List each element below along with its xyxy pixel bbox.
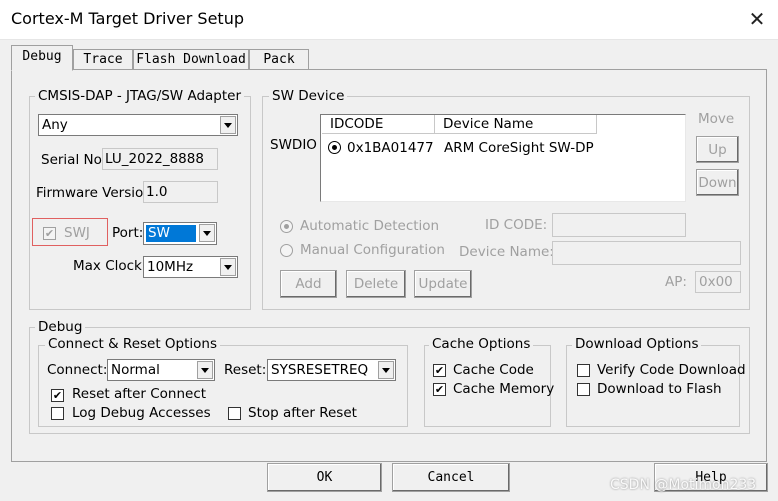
reset-after-connect-checkbox[interactable]: ✔ (51, 389, 64, 402)
log-debug-label: Log Debug Accesses (72, 405, 211, 421)
chevron-down-icon[interactable] (199, 224, 215, 242)
watermark: CSDN @Motimon233 (610, 477, 757, 493)
connect-reset-group-label: Connect & Reset Options (45, 336, 221, 352)
device-row-name[interactable]: ARM CoreSight SW-DP (444, 140, 594, 156)
chevron-down-icon[interactable] (378, 361, 394, 379)
stop-after-reset-checkbox[interactable] (228, 407, 241, 420)
firmware-label: Firmware Version: (36, 185, 157, 201)
device-name-field[interactable] (552, 241, 741, 265)
swj-label: SWJ (64, 225, 90, 241)
adapter-group-label: CMSIS-DAP - JTAG/SW Adapter (35, 88, 245, 104)
adapter-select[interactable]: Any (38, 114, 238, 136)
clock-label: Max Clock: (73, 258, 147, 274)
column-header-idcode[interactable]: IDCODE (322, 115, 435, 134)
id-code-field[interactable] (552, 213, 686, 237)
ok-button[interactable]: OK (267, 463, 382, 492)
move-down-button[interactable]: Down (696, 169, 739, 196)
manual-configuration-label: Manual Configuration (300, 242, 445, 258)
verify-code-label: Verify Code Download (597, 362, 746, 378)
column-header-device-name[interactable]: Device Name (435, 115, 597, 134)
chevron-down-icon[interactable] (220, 258, 236, 276)
cache-memory-label: Cache Memory (453, 381, 555, 397)
download-group-label: Download Options (572, 336, 702, 352)
update-button[interactable]: Update (414, 270, 472, 298)
cache-code-checkbox[interactable]: ✔ (433, 364, 446, 377)
tab-flash-download[interactable]: Flash Download (133, 49, 249, 71)
sw-device-group-label: SW Device (269, 88, 348, 104)
reset-label: Reset: (224, 362, 267, 378)
tab-pack[interactable]: Pack (249, 49, 309, 71)
chevron-down-icon[interactable] (220, 116, 236, 134)
automatic-detection-label: Automatic Detection (300, 218, 440, 234)
clock-select-value: 10MHz (147, 259, 194, 275)
connect-label: Connect: (47, 362, 108, 378)
tab-trace[interactable]: Trace (73, 49, 133, 71)
manual-configuration-radio[interactable] (280, 244, 293, 257)
reset-select[interactable]: SYSRESETREQ (267, 359, 396, 381)
port-label: Port: (112, 225, 144, 241)
close-icon[interactable]: ✕ (744, 6, 770, 32)
verify-code-checkbox[interactable] (577, 364, 590, 377)
device-name-label: Device Name: (459, 244, 554, 260)
firmware-field: 1.0 (143, 181, 218, 203)
id-code-label: ID CODE: (485, 217, 548, 233)
swdio-label: SWDIO (270, 137, 317, 153)
cache-group-label: Cache Options (429, 336, 534, 352)
chevron-down-icon[interactable] (197, 361, 213, 379)
ap-field[interactable]: 0x00 (695, 271, 741, 293)
reset-select-value: SYSRESETREQ (271, 362, 369, 378)
swj-checkbox[interactable]: ✔ (43, 227, 56, 240)
move-up-button[interactable]: Up (696, 136, 739, 163)
port-select[interactable]: SW (143, 222, 217, 245)
device-row-idcode[interactable]: 0x1BA01477 (347, 140, 434, 156)
cancel-button[interactable]: Cancel (392, 463, 510, 492)
automatic-detection-radio[interactable] (280, 220, 293, 233)
debug-group-label: Debug (35, 319, 86, 335)
cache-code-label: Cache Code (453, 362, 534, 378)
radio-selected-icon (328, 141, 341, 154)
serial-label: Serial No: (41, 152, 107, 168)
log-debug-checkbox[interactable] (51, 407, 64, 420)
clock-select[interactable]: 10MHz (143, 256, 238, 278)
window-title: Cortex-M Target Driver Setup (11, 9, 244, 28)
connect-select-value: Normal (111, 362, 160, 378)
adapter-select-value: Any (42, 117, 68, 133)
serial-field: LU_2022_8888 (102, 148, 218, 170)
delete-button[interactable]: Delete (346, 270, 406, 298)
port-select-value: SW (146, 225, 196, 242)
add-button[interactable]: Add (280, 270, 337, 298)
ap-label: AP: (665, 274, 687, 290)
download-flash-checkbox[interactable] (577, 383, 590, 396)
tab-debug[interactable]: Debug (11, 45, 73, 71)
cache-memory-checkbox[interactable]: ✔ (433, 383, 446, 396)
connect-select[interactable]: Normal (107, 359, 215, 381)
stop-after-reset-label: Stop after Reset (248, 405, 357, 421)
move-label: Move (698, 111, 735, 127)
download-flash-label: Download to Flash (597, 381, 722, 397)
reset-after-connect-label: Reset after Connect (72, 386, 207, 402)
